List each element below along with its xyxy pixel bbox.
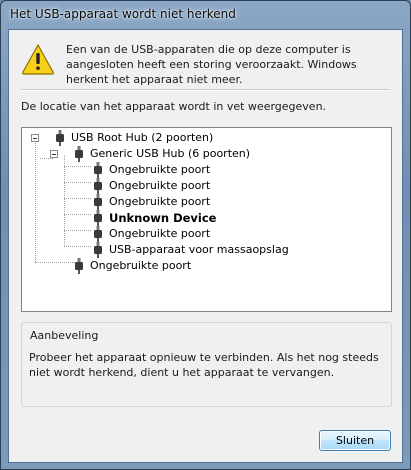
tree-line bbox=[35, 262, 75, 264]
recommendation-text: Probeer het apparaat opnieuw te verbinde… bbox=[29, 351, 379, 379]
tree-line bbox=[64, 198, 91, 200]
tree-node-label: Generic USB Hub (6 poorten) bbox=[90, 147, 251, 160]
usb-plug-icon bbox=[74, 146, 84, 162]
recommendation-box: Aanbeveling Probeer het apparaat opnieuw… bbox=[21, 322, 392, 407]
usb-plug-icon bbox=[93, 162, 103, 178]
recommendation-title: Aanbeveling bbox=[30, 329, 99, 342]
tree-node-label: Ongebruikte poort bbox=[109, 195, 211, 208]
usb-plug-icon bbox=[55, 130, 65, 146]
tree-node-label: Ongebruikte poort bbox=[109, 163, 211, 176]
warning-icon bbox=[21, 43, 55, 75]
tree-line bbox=[64, 246, 91, 248]
dialog-body: Een van de USB-apparaten die op deze com… bbox=[8, 29, 403, 463]
device-tree[interactable]: USB Root Hub (2 poorten) Generic USB Hub… bbox=[21, 127, 392, 312]
usb-plug-icon bbox=[93, 194, 103, 210]
tree-node-label: Unknown Device bbox=[109, 211, 217, 225]
title-bar[interactable]: Het USB-apparaat wordt niet herkend bbox=[1, 1, 410, 28]
tree-line bbox=[35, 139, 37, 262]
tree-node-label: Ongebruikte poort bbox=[90, 259, 192, 272]
tree-line bbox=[40, 158, 53, 160]
usb-plug-icon bbox=[93, 226, 103, 242]
tree-line bbox=[64, 155, 66, 246]
tree-line bbox=[64, 166, 91, 168]
location-text: De locatie van het apparaat wordt in vet… bbox=[21, 100, 327, 113]
tree-line bbox=[64, 214, 91, 216]
collapse-toggle-icon[interactable] bbox=[31, 134, 39, 142]
tree-node-label: USB-apparaat voor massaopslag bbox=[109, 243, 289, 256]
separator bbox=[21, 89, 390, 91]
usb-plug-icon bbox=[74, 258, 84, 274]
tree-line bbox=[64, 182, 91, 184]
error-message: Een van de USB-apparaten die op deze com… bbox=[66, 43, 357, 86]
tree-line bbox=[64, 230, 91, 232]
close-button[interactable]: Sluiten bbox=[319, 430, 391, 451]
dialog-window: Het USB-apparaat wordt niet herkend Een … bbox=[0, 0, 411, 470]
window-title: Het USB-apparaat wordt niet herkend bbox=[10, 7, 236, 21]
tree-node-label: Ongebruikte poort bbox=[109, 227, 211, 240]
usb-plug-icon bbox=[93, 210, 103, 226]
tree-node-label: USB Root Hub (2 poorten) bbox=[71, 131, 214, 144]
usb-plug-icon bbox=[93, 178, 103, 194]
tree-node-label: Ongebruikte poort bbox=[109, 179, 211, 192]
usb-plug-icon bbox=[93, 242, 103, 258]
collapse-toggle-icon[interactable] bbox=[50, 150, 58, 158]
